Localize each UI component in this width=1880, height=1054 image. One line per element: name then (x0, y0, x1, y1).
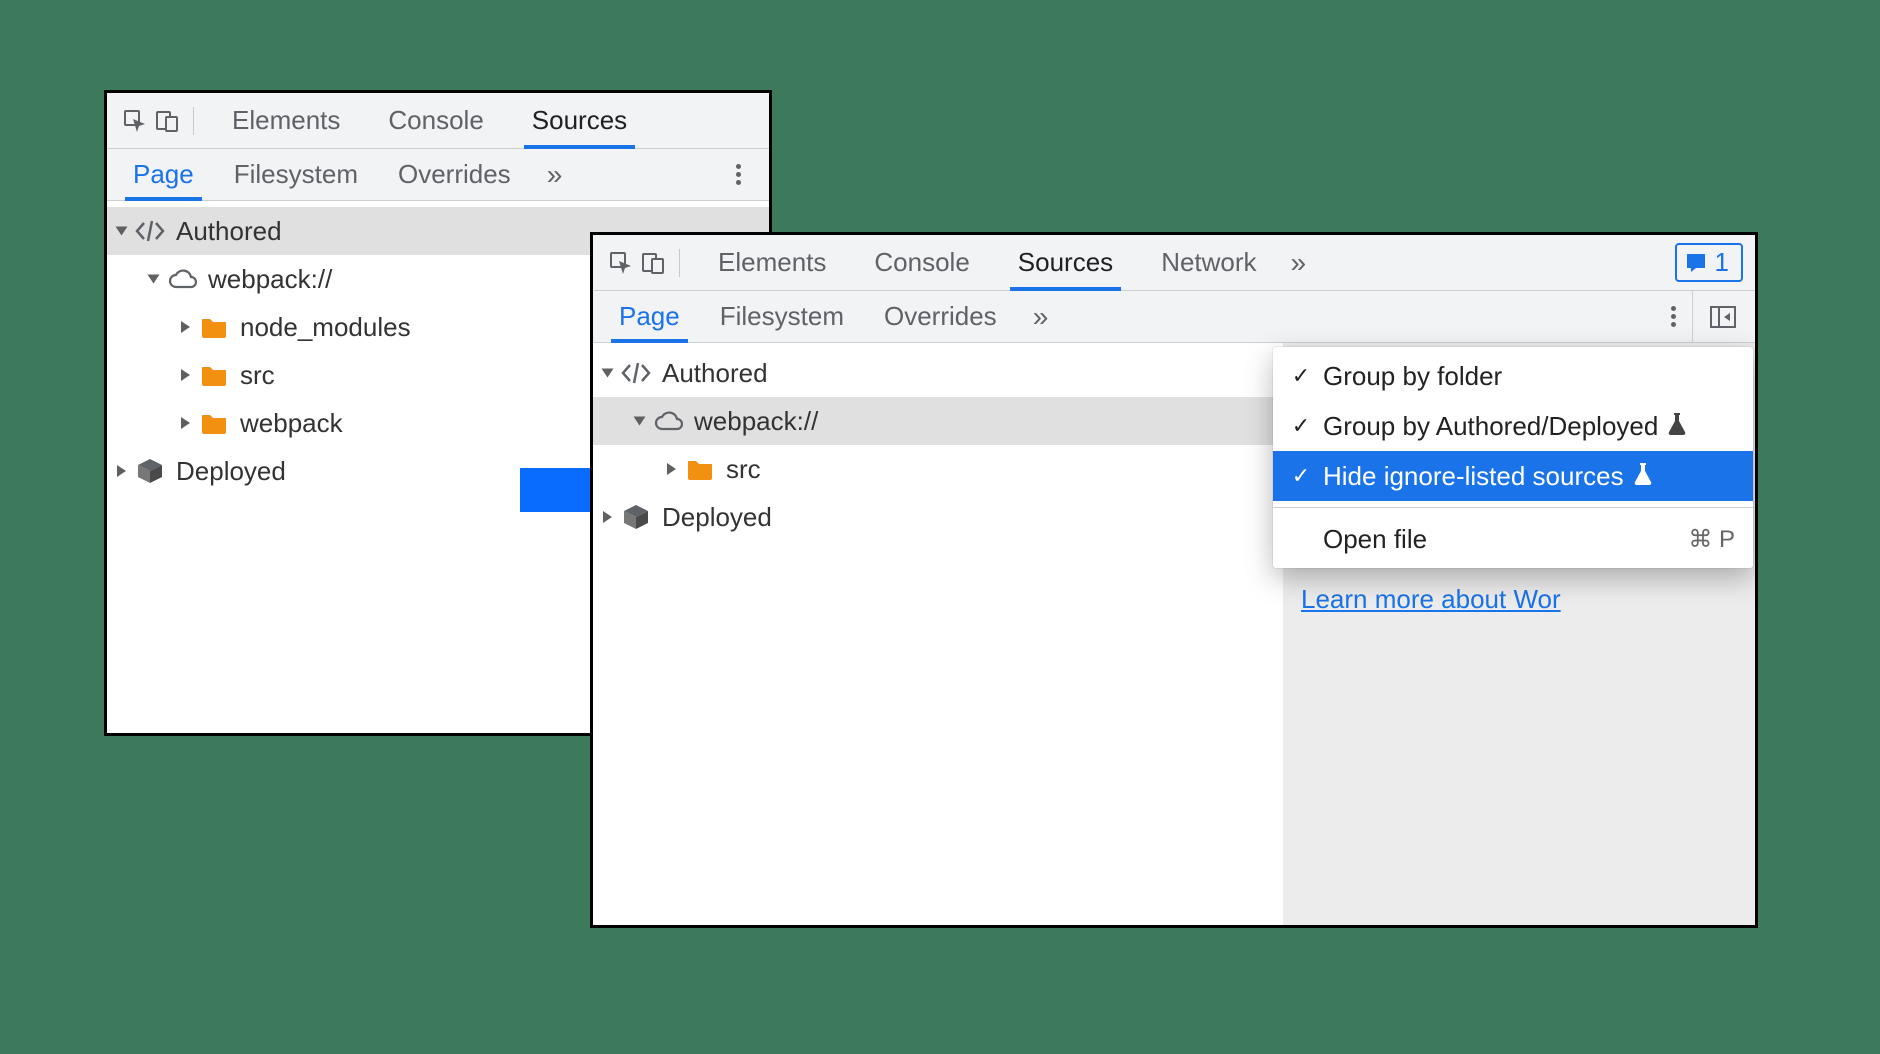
separator (679, 249, 680, 277)
subtab-filesystem[interactable]: Filesystem (712, 291, 852, 343)
tree-label: webpack:// (694, 406, 818, 437)
menu-label: Hide ignore-listed sources (1323, 461, 1624, 492)
issues-icon (1685, 252, 1707, 274)
disclosure-triangle-icon (181, 369, 190, 381)
check-icon: ✓ (1287, 413, 1315, 439)
disclosure-triangle-icon (117, 465, 126, 477)
subtab-filesystem[interactable]: Filesystem (226, 149, 366, 201)
subtab-overrides[interactable]: Overrides (390, 149, 519, 201)
deployed-cube-icon (134, 455, 166, 487)
disclosure-triangle-icon (602, 369, 614, 378)
menu-label: Group by Authored/Deployed (1323, 411, 1658, 442)
deployed-cube-icon (620, 501, 652, 533)
disclosure-triangle-icon (634, 417, 646, 426)
flask-icon (1668, 411, 1686, 442)
cloud-icon (652, 405, 684, 437)
inspect-icon[interactable] (605, 247, 637, 279)
disclosure-triangle-icon (116, 227, 128, 236)
tab-elements[interactable]: Elements (224, 93, 348, 149)
separator (1692, 291, 1693, 343)
subtab-page[interactable]: Page (611, 291, 688, 343)
tab-console[interactable]: Console (380, 93, 491, 149)
toggle-pane-icon[interactable] (1703, 297, 1743, 337)
tab-elements[interactable]: Elements (710, 235, 834, 291)
device-toggle-icon[interactable] (151, 105, 183, 137)
disclosure-triangle-icon (181, 417, 190, 429)
flask-icon (1634, 461, 1652, 492)
tree-label: node_modules (240, 312, 411, 343)
menu-label: Open file (1323, 524, 1427, 555)
tab-sources[interactable]: Sources (524, 93, 635, 149)
tree-label: Authored (662, 358, 768, 389)
disclosure-triangle-icon (181, 321, 190, 333)
tree-label: webpack (240, 408, 343, 439)
inspect-icon[interactable] (119, 105, 151, 137)
tree-deployed[interactable]: Deployed (593, 493, 1283, 541)
code-icon (620, 357, 652, 389)
more-subtabs-icon[interactable]: » (1023, 301, 1059, 333)
subtab-overrides[interactable]: Overrides (876, 291, 1005, 343)
more-tabs-icon[interactable]: » (1281, 247, 1317, 279)
tree-src[interactable]: src (593, 445, 1283, 493)
issues-badge[interactable]: 1 (1675, 243, 1743, 282)
subbar-kebab-menu[interactable] (720, 149, 757, 201)
tree-label: src (726, 454, 761, 485)
menu-separator (1273, 507, 1753, 508)
folder-icon (198, 359, 230, 391)
menu-group-by-authored[interactable]: ✓ Group by Authored/Deployed (1273, 401, 1753, 451)
check-icon: ✓ (1287, 463, 1315, 489)
menu-label: Group by folder (1323, 361, 1502, 392)
menu-shortcut: ⌘ P (1688, 525, 1735, 554)
tab-network[interactable]: Network (1153, 235, 1264, 291)
menu-open-file[interactable]: Open file ⌘ P (1273, 514, 1753, 564)
disclosure-triangle-icon (667, 463, 676, 475)
tree-webpack[interactable]: webpack:// (593, 397, 1283, 445)
context-menu: ✓ Group by folder ✓ Group by Authored/De… (1273, 347, 1753, 568)
disclosure-triangle-icon (603, 511, 612, 523)
tab-sources[interactable]: Sources (1010, 235, 1121, 291)
learn-more-link[interactable]: Learn more about Wor (1283, 576, 1755, 623)
more-subtabs-icon[interactable]: » (537, 159, 573, 191)
disclosure-triangle-icon (148, 275, 160, 284)
folder-icon (684, 453, 716, 485)
subbar-kebab-menu[interactable] (1655, 291, 1692, 343)
device-toggle-icon[interactable] (637, 247, 669, 279)
tree-label: Deployed (176, 456, 286, 487)
tree-authored[interactable]: Authored (593, 349, 1283, 397)
tree-label: src (240, 360, 275, 391)
tree-label: Authored (176, 216, 282, 247)
folder-icon (198, 311, 230, 343)
cloud-icon (166, 263, 198, 295)
menu-hide-ignore-listed[interactable]: ✓ Hide ignore-listed sources (1273, 451, 1753, 501)
tree-label: webpack:// (208, 264, 332, 295)
issues-count: 1 (1715, 247, 1729, 278)
folder-icon (198, 407, 230, 439)
tab-console[interactable]: Console (866, 235, 977, 291)
code-icon (134, 215, 166, 247)
check-icon: ✓ (1287, 363, 1315, 389)
menu-group-by-folder[interactable]: ✓ Group by folder (1273, 351, 1753, 401)
separator (193, 107, 194, 135)
subtab-page[interactable]: Page (125, 149, 202, 201)
tree-label: Deployed (662, 502, 772, 533)
